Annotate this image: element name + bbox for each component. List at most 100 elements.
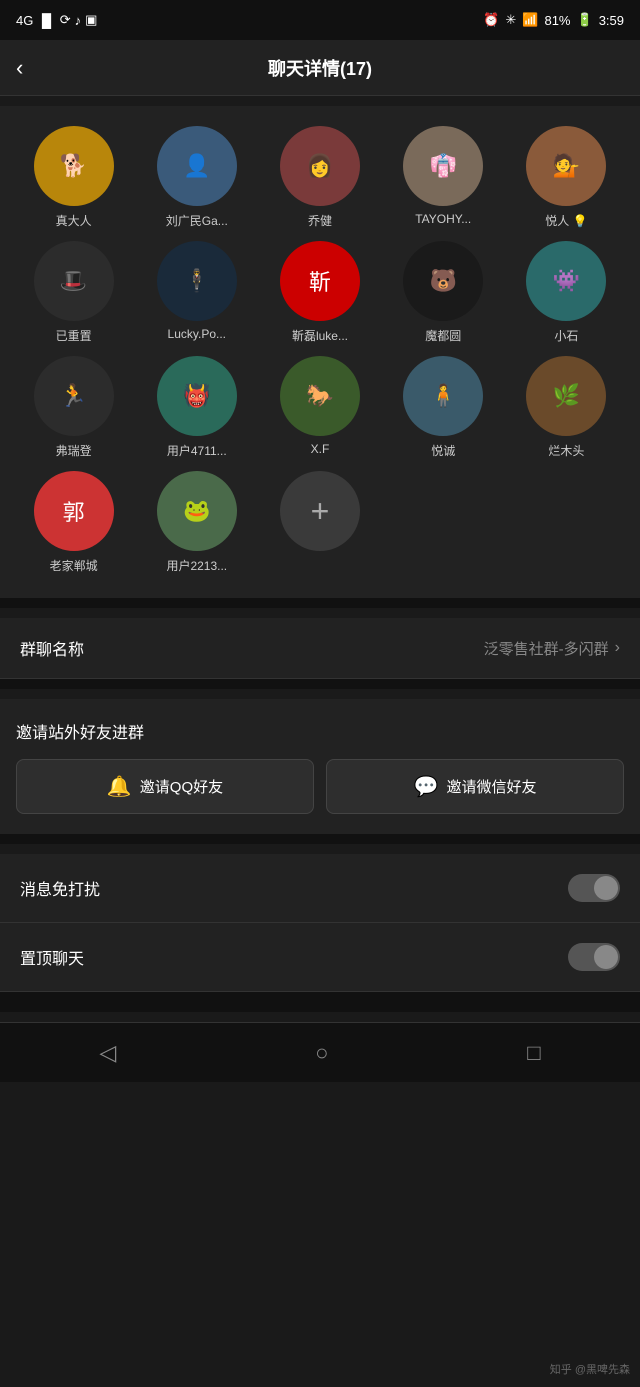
member-name: 弗瑞登 [56, 442, 92, 459]
avatar-emoji: 🐸 [157, 471, 237, 551]
member-name: 真大人 [56, 212, 92, 229]
member-name: TAYOHY... [415, 212, 471, 226]
member-name: X.F [311, 442, 330, 456]
invite-buttons: 🔔 邀请QQ好友 💬 邀请微信好友 [16, 759, 624, 814]
member-item[interactable]: 靳靳磊luke... [262, 241, 377, 344]
member-item[interactable]: 👤刘广民Ga... [139, 126, 254, 229]
back-nav-button[interactable]: ◁ [99, 1040, 116, 1066]
pin-toggle[interactable] [568, 943, 620, 971]
avatar-emoji: 郭 [34, 471, 114, 551]
battery-icon: 🔋 [577, 12, 593, 28]
bottom-bar: ◁ ○ □ [0, 1022, 640, 1082]
member-item[interactable]: 🧍 悦诚 [386, 356, 501, 459]
member-avatar: 👾 [526, 241, 606, 321]
mute-row: 消息免打扰 [0, 854, 640, 923]
invite-qq-button[interactable]: 🔔 邀请QQ好友 [16, 759, 314, 814]
app-icon: ▣ [85, 12, 97, 28]
avatar-emoji: 🐎 [280, 356, 360, 436]
back-button[interactable]: ‹ [16, 55, 23, 81]
nav-bar: ‹ 聊天详情(17) [0, 40, 640, 96]
member-item[interactable]: 🐎 X.F [262, 356, 377, 459]
member-item[interactable]: 🐻 魔都圆 [386, 241, 501, 344]
toggle-section: 消息免打扰 置顶聊天 [0, 854, 640, 992]
member-avatar: 👤 [157, 126, 237, 206]
member-item[interactable]: 👾小石 [509, 241, 624, 344]
invite-title: 邀请站外好友进群 [16, 719, 624, 743]
add-member-button[interactable]: + [280, 471, 360, 551]
member-item[interactable]: 郭老家郸城 [16, 471, 131, 574]
rotate-icon: ⟳ [60, 12, 71, 28]
avatar-emoji: 靳 [280, 241, 360, 321]
member-avatar: 🧍 [403, 356, 483, 436]
member-avatar: 🐎 [280, 356, 360, 436]
member-name: 悦诚 [431, 442, 455, 459]
wifi-icon: ▐▌ [37, 13, 55, 28]
avatar-emoji: 👩 [280, 126, 360, 206]
mute-toggle[interactable] [568, 874, 620, 902]
member-avatar: 靳 [280, 241, 360, 321]
page-title: 聊天详情(17) [268, 55, 372, 81]
member-avatar: 👩 [280, 126, 360, 206]
status-bar: 4G ▐▌ ⟳ ♪ ▣ ⏰ ✳ 📶 81% 🔋 3:59 [0, 0, 640, 40]
member-avatar: 🌿 [526, 356, 606, 436]
member-item[interactable]: 🏃 弗瑞登 [16, 356, 131, 459]
member-item[interactable]: 👘 TAYOHY... [386, 126, 501, 229]
alarm-icon: ⏰ [483, 12, 499, 28]
member-item[interactable]: 🐸 用户2213... [139, 471, 254, 574]
avatar-emoji: 🌿 [526, 356, 606, 436]
member-name: Lucky.Po... [168, 327, 226, 341]
watermark: 知乎 @黑啤先森 [550, 1361, 630, 1377]
member-item[interactable]: 🌿烂木头 [509, 356, 624, 459]
member-avatar: 🏃 [34, 356, 114, 436]
member-item[interactable]: 🕴 Lucky.Po... [139, 241, 254, 344]
invite-wechat-label: 邀请微信好友 [446, 776, 536, 797]
member-avatar: 👹 [157, 356, 237, 436]
member-avatar: 👘 [403, 126, 483, 206]
member-item[interactable]: 👹 用户4711... [139, 356, 254, 459]
member-name: 乔健 [308, 212, 332, 229]
group-name-value: 泛零售社群-多闪群 › [484, 638, 620, 659]
member-item[interactable]: 💁 悦人 💡 [509, 126, 624, 229]
member-item[interactable]: 👩 乔健 [262, 126, 377, 229]
member-avatar: 郭 [34, 471, 114, 551]
avatar-emoji: 🕴 [157, 241, 237, 321]
members-grid: 🐕 真大人 👤刘广民Ga... 👩 乔健 👘 TAYOHY... 💁 悦人 💡 🎩已重置 🕴 Luck… [16, 126, 624, 574]
member-name: 悦人 💡 [545, 212, 587, 229]
member-name: 靳磊luke... [292, 327, 348, 344]
pin-row: 置顶聊天 [0, 923, 640, 992]
member-name: 用户2213... [166, 557, 227, 574]
group-name-label: 群聊名称 [20, 636, 84, 660]
settings-section: 群聊名称 泛零售社群-多闪群 › [0, 618, 640, 679]
avatar-emoji: 🏃 [34, 356, 114, 436]
member-avatar: 🐕 [34, 126, 114, 206]
mute-label: 消息免打扰 [20, 876, 100, 900]
member-item[interactable]: 🎩已重置 [16, 241, 131, 344]
avatar-emoji: 👹 [157, 356, 237, 436]
qq-icon: 🔔 [107, 774, 132, 799]
pin-label: 置顶聊天 [20, 945, 84, 969]
group-name-row[interactable]: 群聊名称 泛零售社群-多闪群 › [0, 618, 640, 679]
member-name: 老家郸城 [50, 557, 98, 574]
avatar-emoji: 🧍 [403, 356, 483, 436]
recents-nav-button[interactable]: □ [527, 1040, 540, 1066]
invite-wechat-button[interactable]: 💬 邀请微信好友 [326, 759, 624, 814]
status-left: 4G ▐▌ ⟳ ♪ ▣ [16, 12, 97, 28]
avatar-emoji: 💁 [526, 126, 606, 206]
battery-text: 81% [544, 13, 570, 28]
member-name: 魔都圆 [425, 327, 461, 344]
home-nav-button[interactable]: ○ [315, 1040, 328, 1066]
member-name: 用户4711... [167, 442, 227, 459]
avatar-emoji: 🐻 [403, 241, 483, 321]
bluetooth-icon: ✳ [505, 12, 516, 28]
avatar-emoji: 👾 [526, 241, 606, 321]
group-name-text: 泛零售社群-多闪群 [484, 638, 609, 659]
time: 3:59 [599, 13, 624, 28]
member-avatar: 🕴 [157, 241, 237, 321]
member-avatar: 💁 [526, 126, 606, 206]
wechat-icon: 💬 [414, 774, 439, 799]
add-member-item[interactable]: + [262, 471, 377, 574]
member-avatar: 🎩 [34, 241, 114, 321]
invite-qq-label: 邀请QQ好友 [140, 776, 223, 797]
member-item[interactable]: 🐕 真大人 [16, 126, 131, 229]
member-avatar: 🐸 [157, 471, 237, 551]
